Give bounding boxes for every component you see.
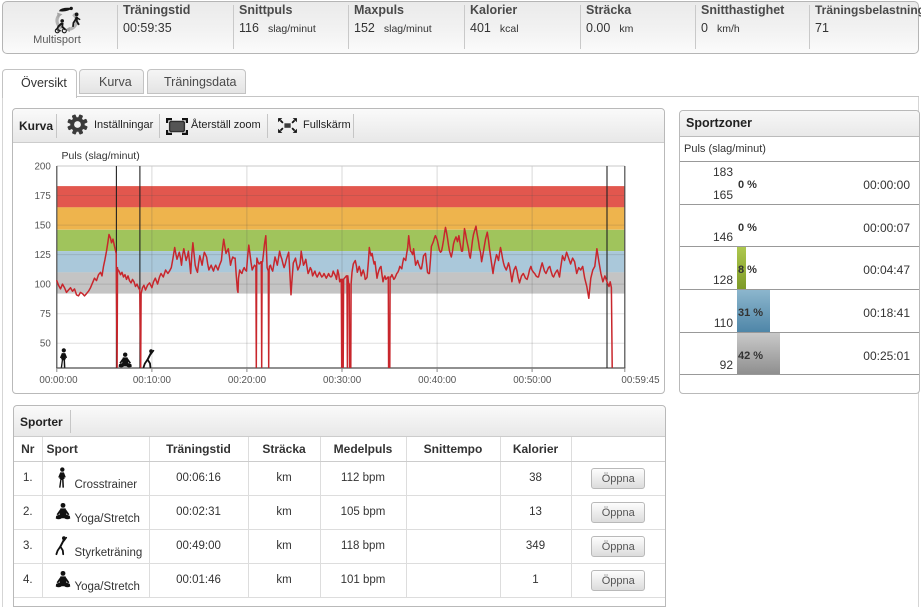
- svg-text:00:20:00: 00:20:00: [228, 375, 267, 386]
- svg-text:00:50:00: 00:50:00: [513, 375, 552, 386]
- svg-text:150: 150: [34, 221, 51, 232]
- svg-text:200: 200: [34, 162, 51, 173]
- svg-text:00:40:00: 00:40:00: [418, 375, 457, 386]
- svg-text:00:10:00: 00:10:00: [133, 375, 172, 386]
- svg-text:100: 100: [34, 280, 51, 291]
- svg-text:00:59:45: 00:59:45: [621, 375, 660, 386]
- svg-text:175: 175: [34, 191, 51, 202]
- svg-text:Puls (slag/minut): Puls (slag/minut): [62, 150, 140, 162]
- svg-text:50: 50: [40, 339, 51, 350]
- svg-text:00:00:00: 00:00:00: [39, 375, 78, 386]
- svg-text:75: 75: [40, 309, 51, 320]
- svg-text:00:30:00: 00:30:00: [323, 375, 362, 386]
- svg-text:125: 125: [34, 250, 51, 261]
